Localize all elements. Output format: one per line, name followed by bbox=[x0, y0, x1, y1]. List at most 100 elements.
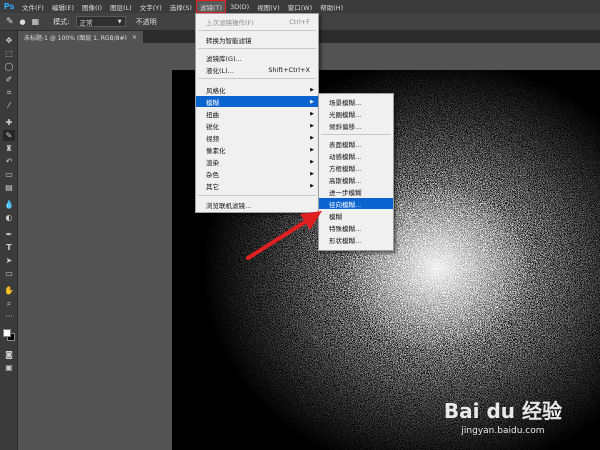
menu-render-label: 渲染 bbox=[206, 158, 219, 167]
menu-blur-label: 模糊 bbox=[206, 98, 219, 107]
healing-brush-tool-icon[interactable]: ✚ bbox=[3, 117, 15, 128]
menu-render[interactable]: 渲染 ▶ bbox=[196, 156, 318, 167]
zoom-tool-icon[interactable]: ⌕ bbox=[3, 298, 15, 309]
menu-other[interactable]: 其它 ▶ bbox=[196, 180, 318, 191]
brush-preset-icon[interactable]: ✎ bbox=[6, 17, 14, 27]
menu-stylize[interactable]: 风格化 ▶ bbox=[196, 84, 318, 95]
mode-select[interactable]: 正常 ▼ bbox=[75, 16, 126, 27]
brush-panel-icon[interactable]: ▦ bbox=[32, 17, 40, 26]
quick-mask-icon[interactable]: ◙ bbox=[3, 349, 15, 360]
menu-separator bbox=[198, 78, 316, 79]
menu-distort[interactable]: 扭曲 ▶ bbox=[196, 108, 318, 119]
screen-mode-icon[interactable]: ▣ bbox=[3, 362, 15, 373]
type-tool-icon[interactable]: T bbox=[3, 242, 15, 253]
foreground-color-swatch[interactable] bbox=[3, 329, 11, 337]
photoshop-logo: Ps bbox=[3, 2, 15, 11]
menu-liquify[interactable]: 液化(L)... Shift+Ctrl+X bbox=[196, 64, 318, 75]
menu-file[interactable]: 文件(F) bbox=[18, 0, 48, 13]
submenu-blur[interactable]: 模糊 bbox=[319, 210, 393, 221]
menu-stylize-label: 风格化 bbox=[206, 86, 226, 95]
close-icon[interactable]: × bbox=[132, 34, 137, 41]
marquee-tool-icon[interactable]: ⬚ bbox=[3, 48, 15, 59]
menu-last-filter-label: 上次滤镜操作(F) bbox=[206, 18, 254, 27]
menu-separator bbox=[321, 134, 391, 135]
blur-submenu: 场景模糊... 光圈模糊... 倾斜偏移... 表面模糊... 动感模糊... … bbox=[318, 93, 394, 251]
menu-filter-gallery-label: 滤镜库(G)... bbox=[206, 54, 242, 63]
menu-noise[interactable]: 杂色 ▶ bbox=[196, 168, 318, 179]
menu-3d[interactable]: 3D(D) bbox=[226, 0, 253, 13]
chevron-down-icon: ▼ bbox=[117, 18, 122, 25]
menu-noise-label: 杂色 bbox=[206, 170, 219, 179]
submenu-tilt-shift[interactable]: 倾斜偏移... bbox=[319, 120, 393, 131]
menu-video[interactable]: 视频 ▶ bbox=[196, 132, 318, 143]
submenu-box-blur[interactable]: 方框模糊... bbox=[319, 162, 393, 173]
submenu-radial-blur[interactable]: 径向模糊... bbox=[319, 198, 393, 209]
menu-select[interactable]: 选择(S) bbox=[166, 0, 196, 13]
history-brush-tool-icon[interactable]: ↶ bbox=[3, 156, 15, 167]
baidu-logo: Bai du 经验 bbox=[444, 395, 562, 424]
menu-last-filter[interactable]: 上次滤镜操作(F) Ctrl+F bbox=[196, 16, 318, 27]
menu-edit[interactable]: 编辑(E) bbox=[48, 0, 78, 13]
menu-image[interactable]: 图像(I) bbox=[78, 0, 106, 13]
menu-blur[interactable]: 模糊 ▶ bbox=[196, 96, 318, 107]
dodge-tool-icon[interactable]: ◐ bbox=[3, 212, 15, 223]
submenu-blur-more[interactable]: 进一步模糊 bbox=[319, 186, 393, 197]
submenu-arrow-icon: ▶ bbox=[310, 134, 314, 141]
shape-tool-icon[interactable]: ▭ bbox=[3, 268, 15, 279]
menu-type[interactable]: 文字(Y) bbox=[136, 0, 166, 13]
gradient-tool-icon[interactable]: ▤ bbox=[3, 182, 15, 193]
blur-tool-icon[interactable]: 💧 bbox=[3, 199, 15, 210]
menu-separator bbox=[198, 48, 316, 49]
submenu-arrow-icon: ▶ bbox=[310, 122, 314, 129]
menu-view[interactable]: 视图(V) bbox=[253, 0, 284, 13]
menu-separator bbox=[198, 30, 316, 31]
baidu-jingyan-watermark: Bai du 经验 jingyan.baidu.com bbox=[444, 395, 562, 436]
submenu-arrow-icon: ▶ bbox=[310, 158, 314, 165]
mode-value: 正常 bbox=[79, 18, 93, 27]
menu-layer[interactable]: 图层(L) bbox=[106, 0, 136, 13]
menu-last-filter-shortcut: Ctrl+F bbox=[289, 17, 310, 26]
quick-select-tool-icon[interactable]: ✐ bbox=[3, 74, 15, 85]
menu-sharpen-label: 锐化 bbox=[206, 122, 219, 131]
menu-browse-online-filters-label: 浏览联机滤镜... bbox=[206, 201, 252, 210]
path-select-tool-icon[interactable]: ➤ bbox=[3, 255, 15, 266]
submenu-arrow-icon: ▶ bbox=[310, 170, 314, 177]
menu-other-label: 其它 bbox=[206, 182, 219, 191]
menu-pixelate[interactable]: 像素化 ▶ bbox=[196, 144, 318, 155]
more-tools-icon[interactable]: ··· bbox=[3, 311, 15, 322]
submenu-gaussian-blur[interactable]: 高斯模糊... bbox=[319, 174, 393, 185]
submenu-arrow-icon: ▶ bbox=[310, 146, 314, 153]
submenu-motion-blur[interactable]: 动感模糊... bbox=[319, 150, 393, 161]
baidu-logo-text: Bai du 经验 bbox=[443, 399, 562, 423]
menu-convert-smart-filter[interactable]: 转换为智能滤镜 bbox=[196, 34, 318, 45]
hand-tool-icon[interactable]: ✋ bbox=[3, 285, 15, 296]
submenu-arrow-icon: ▶ bbox=[310, 98, 314, 105]
crop-tool-icon[interactable]: ⌗ bbox=[3, 87, 15, 98]
menu-help[interactable]: 帮助(H) bbox=[316, 0, 347, 13]
menu-convert-smart-filter-label: 转换为智能滤镜 bbox=[206, 36, 252, 45]
submenu-field-blur[interactable]: 场景模糊... bbox=[319, 96, 393, 107]
menu-browse-online-filters[interactable]: 浏览联机滤镜... bbox=[196, 199, 318, 210]
submenu-surface-blur[interactable]: 表面模糊... bbox=[319, 138, 393, 149]
brush-tool-icon[interactable]: ✎ bbox=[3, 130, 15, 141]
eyedropper-tool-icon[interactable]: ⁄ bbox=[3, 100, 15, 111]
menu-window[interactable]: 窗口(W) bbox=[284, 0, 317, 13]
document-tab[interactable]: 未标题-1 @ 100% (图层 1, RGB/8#) × bbox=[18, 31, 143, 43]
submenu-shape-blur[interactable]: 形状模糊... bbox=[319, 234, 393, 245]
submenu-arrow-icon: ▶ bbox=[310, 110, 314, 117]
submenu-smart-blur[interactable]: 特殊模糊... bbox=[319, 222, 393, 233]
eraser-tool-icon[interactable]: ▭ bbox=[3, 169, 15, 180]
filter-menu: 上次滤镜操作(F) Ctrl+F 转换为智能滤镜 滤镜库(G)... 液化(L)… bbox=[195, 13, 319, 213]
menu-sharpen[interactable]: 锐化 ▶ bbox=[196, 120, 318, 131]
pen-tool-icon[interactable]: ✒ bbox=[3, 229, 15, 240]
menu-filter[interactable]: 滤镜(T) bbox=[195, 0, 226, 13]
lasso-tool-icon[interactable]: ◯ bbox=[3, 61, 15, 72]
tools-panel: ✥ ⬚ ◯ ✐ ⌗ ⁄ ✚ ✎ ♜ ↶ ▭ ▤ 💧 ◐ ✒ T ➤ ▭ ✋ ⌕ … bbox=[0, 31, 18, 450]
move-tool-icon[interactable]: ✥ bbox=[3, 35, 15, 46]
menu-liquify-shortcut: Shift+Ctrl+X bbox=[268, 65, 310, 74]
menu-video-label: 视频 bbox=[206, 134, 219, 143]
brush-size-icon[interactable]: ● bbox=[20, 18, 26, 26]
clone-stamp-tool-icon[interactable]: ♜ bbox=[3, 143, 15, 154]
submenu-iris-blur[interactable]: 光圈模糊... bbox=[319, 108, 393, 119]
menu-filter-gallery[interactable]: 滤镜库(G)... bbox=[196, 52, 318, 63]
